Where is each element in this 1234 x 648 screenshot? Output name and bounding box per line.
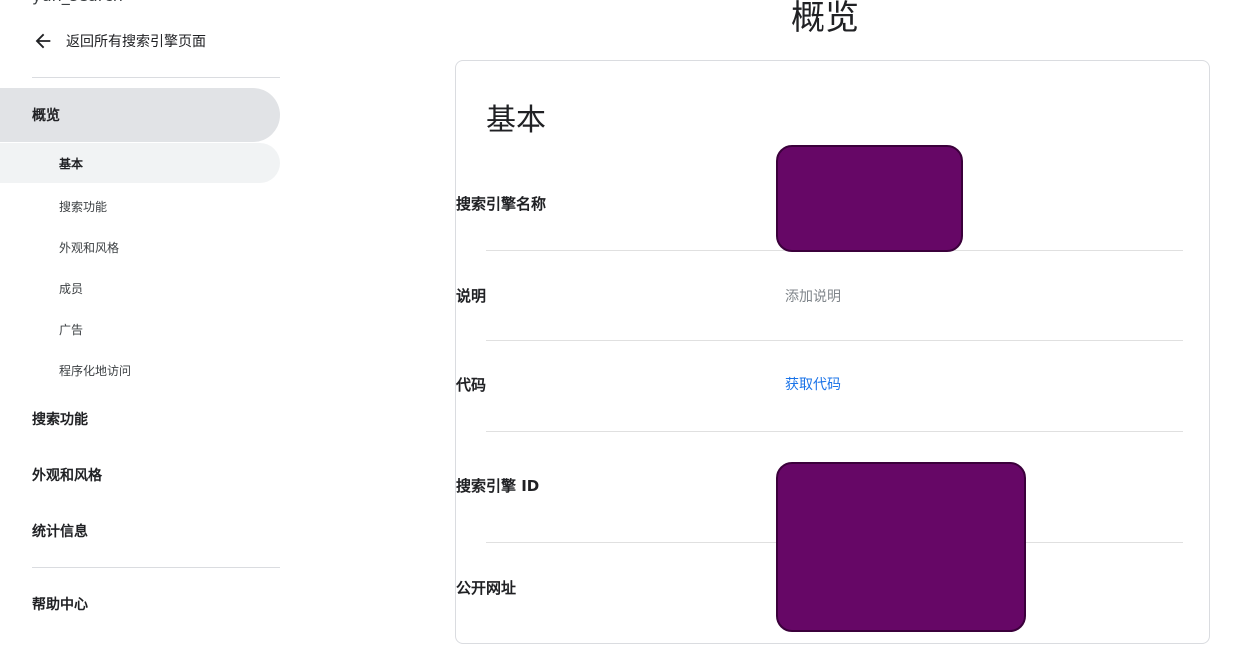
- nav-subitem-label: 成员: [59, 281, 84, 296]
- row-divider: [486, 431, 1183, 432]
- nav-subitem-programmatic-access[interactable]: 程序化地访问: [0, 350, 280, 390]
- sidebar: yun_search 返回所有搜索引擎页面 概览 基本 搜索功能 外观和风格 成…: [0, 0, 282, 648]
- get-code-link[interactable]: 获取代码: [785, 374, 841, 394]
- nav-subitem-search-features[interactable]: 搜索功能: [0, 186, 280, 226]
- redacted-engine-id-and-url: [776, 462, 1026, 632]
- sidebar-divider: [32, 567, 280, 568]
- basic-settings-card: 基本 搜索引擎名称 说明 添加说明 代码 获取代码 搜索引擎 ID 公开网址: [455, 60, 1210, 644]
- nav-item-label: 搜索功能: [32, 412, 88, 428]
- nav-subitem-label: 基本: [59, 156, 84, 171]
- row-divider: [486, 340, 1183, 341]
- nav-subitem-label: 外观和风格: [59, 240, 120, 255]
- add-description-field[interactable]: 添加说明: [785, 286, 841, 306]
- nav-subitem-members[interactable]: 成员: [0, 268, 280, 308]
- nav-item-label: 帮助中心: [32, 597, 88, 613]
- nav-subitem-look-and-feel[interactable]: 外观和风格: [0, 227, 280, 267]
- card-title: 基本: [486, 103, 546, 138]
- back-link-label: 返回所有搜索引擎页面: [66, 34, 206, 50]
- nav-item-label: 概览: [32, 108, 60, 124]
- nav-item-statistics[interactable]: 统计信息: [0, 509, 280, 553]
- sidebar-divider: [32, 77, 280, 78]
- nav-item-label: 外观和风格: [32, 468, 102, 484]
- nav-item-label: 统计信息: [32, 524, 88, 540]
- page-title: 概览: [791, 0, 859, 38]
- nav-subitem-label: 程序化地访问: [59, 363, 132, 378]
- nav-subitem-label: 广告: [59, 322, 84, 337]
- nav-subitem-basic[interactable]: 基本: [0, 143, 280, 183]
- nav-subitem-ads[interactable]: 广告: [0, 309, 280, 349]
- nav-item-look-and-feel[interactable]: 外观和风格: [0, 453, 280, 497]
- nav-subitem-label: 搜索功能: [59, 199, 108, 214]
- arrow-left-icon: [35, 33, 51, 49]
- nav-item-search-features[interactable]: 搜索功能: [0, 397, 280, 441]
- back-to-all-engines-link[interactable]: 返回所有搜索引擎页面: [32, 28, 206, 54]
- nav-item-help-center[interactable]: 帮助中心: [0, 582, 280, 626]
- nav-item-overview[interactable]: 概览: [0, 88, 280, 142]
- engine-name: yun_search: [32, 0, 123, 5]
- redacted-engine-name: [776, 145, 963, 252]
